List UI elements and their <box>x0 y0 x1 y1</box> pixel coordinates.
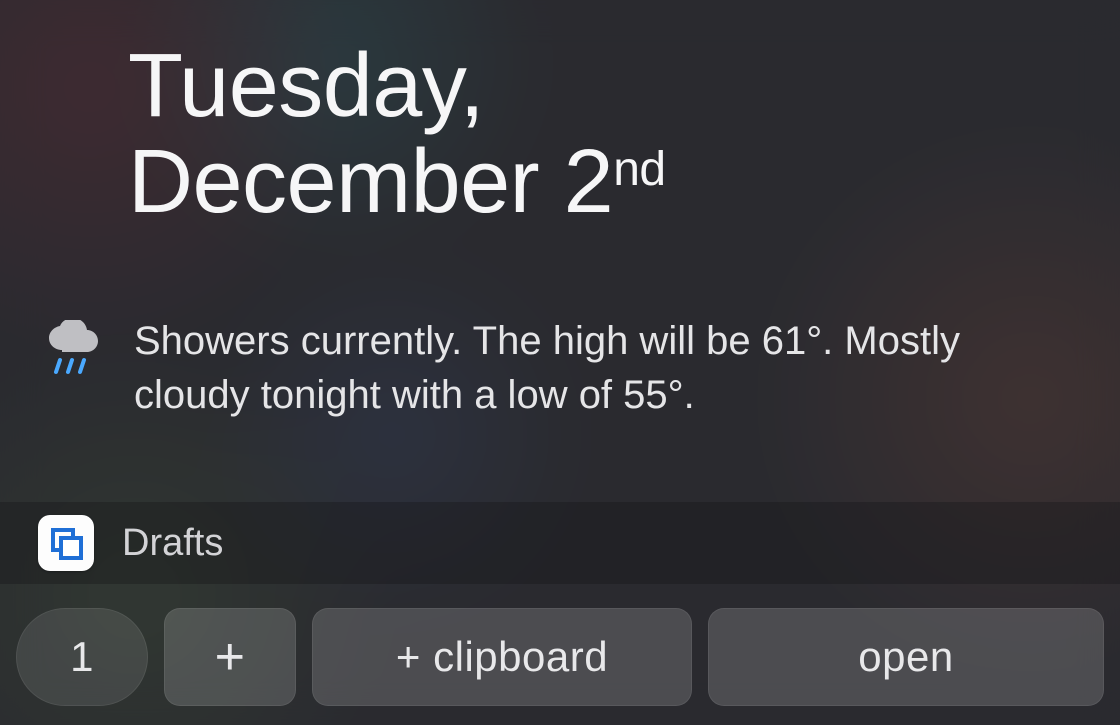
drafts-app-icon <box>38 515 94 571</box>
weather-text: Showers currently. The high will be 61°.… <box>134 314 1080 422</box>
drafts-widget-header: Drafts <box>0 502 1120 584</box>
month-day-text: December 2 <box>128 132 613 232</box>
drafts-count-value: 1 <box>70 633 94 681</box>
drafts-count-badge[interactable]: 1 <box>16 608 148 706</box>
clipboard-button-label: + clipboard <box>396 633 608 681</box>
drafts-app-label: Drafts <box>122 522 223 565</box>
date-heading: Tuesday, December 2nd <box>128 38 666 231</box>
new-from-clipboard-button[interactable]: + clipboard <box>312 608 692 706</box>
weekday-text: Tuesday, <box>128 38 666 134</box>
plus-icon: + <box>215 627 246 687</box>
drafts-widget-buttons: 1 + + clipboard open <box>16 608 1104 706</box>
new-draft-button[interactable]: + <box>164 608 296 706</box>
today-view-panel: Tuesday, December 2nd Showers currently.… <box>0 0 1120 725</box>
ordinal-suffix: nd <box>613 143 665 196</box>
weather-summary: Showers currently. The high will be 61°.… <box>42 314 1080 422</box>
month-day-line: December 2nd <box>128 134 666 230</box>
showers-icon <box>42 320 106 392</box>
open-app-button[interactable]: open <box>708 608 1104 706</box>
open-button-label: open <box>858 633 953 681</box>
